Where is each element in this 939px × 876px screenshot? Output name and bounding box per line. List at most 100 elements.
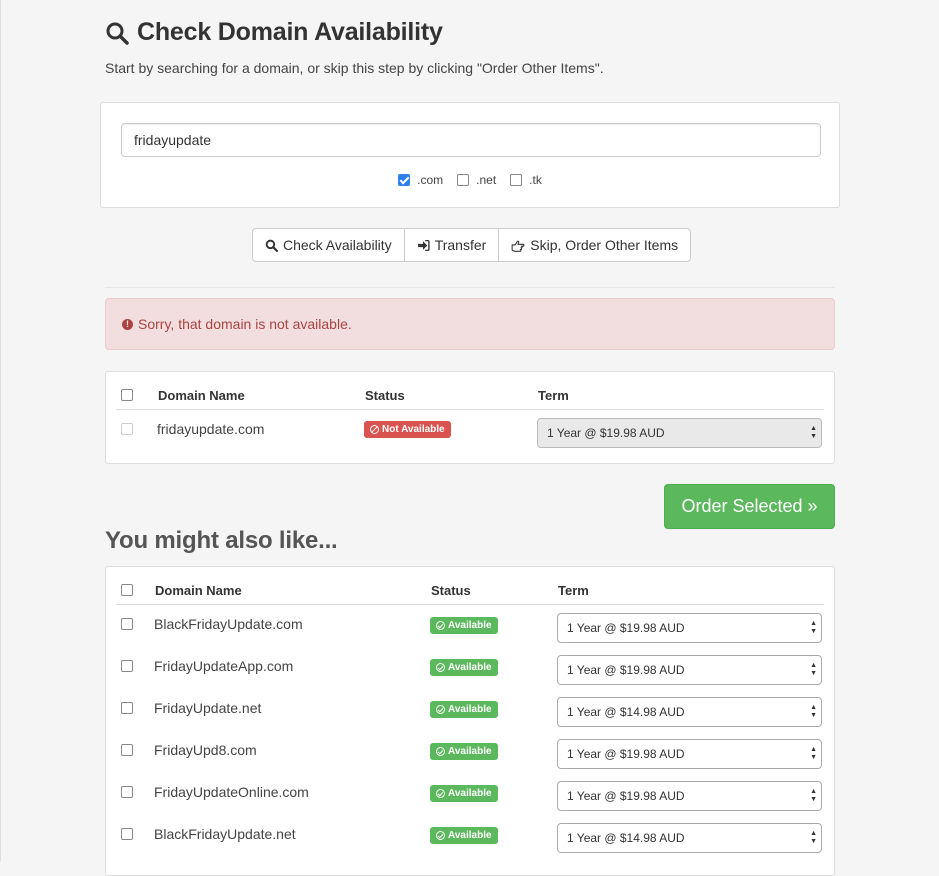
- page-title: Check Domain Availability: [105, 18, 443, 47]
- ban-icon: [370, 425, 379, 434]
- select-arrows-icon: ▲ ▼: [810, 830, 817, 845]
- column-header-status: Status: [431, 583, 471, 598]
- status-badge: Available: [430, 617, 498, 634]
- tld-options: .com .net .tk: [101, 173, 839, 187]
- row-checkbox[interactable]: [121, 744, 133, 756]
- search-icon: [265, 239, 278, 252]
- row-checkbox[interactable]: [121, 423, 133, 435]
- check-circle-icon: [436, 747, 445, 756]
- term-select-value: 1 Year @ $19.98 AUD: [567, 663, 685, 677]
- check-circle-icon: [436, 705, 445, 714]
- domain-name: FridayUpdateApp.com: [154, 658, 294, 674]
- select-arrows-icon: ▲ ▼: [810, 425, 817, 440]
- skip-label: Skip, Order Other Items: [530, 237, 679, 253]
- term-select[interactable]: 1 Year @ $14.98 AUD ▲ ▼: [557, 697, 822, 727]
- tld-tk-label: .tk: [529, 173, 542, 187]
- domain-name: FridayUpdate.net: [154, 700, 262, 716]
- tld-com-checkbox[interactable]: [398, 174, 411, 186]
- error-alert: ! Sorry, that domain is not available.: [105, 298, 835, 350]
- column-header-term: Term: [538, 388, 569, 403]
- select-all-checkbox[interactable]: [121, 389, 133, 401]
- status-badge-label: Available: [448, 830, 492, 841]
- select-arrows-icon: ▲ ▼: [810, 746, 817, 761]
- table-divider: [116, 604, 824, 605]
- domain-name: BlackFridayUpdate.net: [154, 826, 296, 842]
- select-arrows-icon: ▲ ▼: [810, 704, 817, 719]
- status-badge: Available: [430, 785, 498, 802]
- status-badge-label: Not Available: [382, 424, 445, 435]
- results-table: Domain Name Status Term fridayupdate.com…: [105, 371, 835, 464]
- transfer-button[interactable]: Transfer: [405, 229, 500, 261]
- domain-name: BlackFridayUpdate.com: [154, 616, 303, 632]
- row-checkbox[interactable]: [121, 786, 133, 798]
- status-badge: Not Available: [364, 421, 451, 438]
- tld-tk[interactable]: .tk: [510, 173, 542, 187]
- order-selected-label: Order Selected »: [681, 496, 818, 516]
- row-checkbox[interactable]: [121, 702, 133, 714]
- status-badge-label: Available: [448, 662, 492, 673]
- skip-order-other-items-button[interactable]: Skip, Order Other Items: [499, 229, 690, 261]
- hand-pointer-icon: [511, 240, 525, 252]
- term-select-value: 1 Year @ $19.98 AUD: [547, 426, 665, 440]
- select-arrows-icon: ▲ ▼: [810, 788, 817, 803]
- status-badge: Available: [430, 701, 498, 718]
- page-subtitle: Start by searching for a domain, or skip…: [105, 60, 604, 76]
- status-badge-label: Available: [448, 620, 492, 631]
- term-select[interactable]: 1 Year @ $14.98 AUD ▲ ▼: [557, 823, 822, 853]
- domain-search-input[interactable]: [121, 123, 821, 157]
- check-availability-label: Check Availability: [283, 237, 392, 253]
- tld-com[interactable]: .com: [398, 173, 443, 187]
- term-select[interactable]: 1 Year @ $19.98 AUD ▲ ▼: [537, 418, 822, 448]
- status-badge: Available: [430, 743, 498, 760]
- check-availability-button[interactable]: Check Availability: [253, 229, 405, 261]
- check-circle-icon: [436, 621, 445, 630]
- term-select-value: 1 Year @ $14.98 AUD: [567, 705, 685, 719]
- tld-net-checkbox[interactable]: [457, 174, 470, 186]
- row-checkbox[interactable]: [121, 828, 133, 840]
- term-select-value: 1 Year @ $14.98 AUD: [567, 831, 685, 845]
- search-icon: [106, 22, 129, 45]
- select-all-checkbox[interactable]: [121, 584, 133, 596]
- status-badge: Available: [430, 827, 498, 844]
- order-selected-button[interactable]: Order Selected »: [664, 484, 835, 529]
- column-header-status: Status: [365, 388, 405, 403]
- term-select[interactable]: 1 Year @ $19.98 AUD ▲ ▼: [557, 781, 822, 811]
- tld-com-label: .com: [417, 173, 444, 187]
- row-checkbox[interactable]: [121, 618, 133, 630]
- check-circle-icon: [436, 831, 445, 840]
- row-checkbox[interactable]: [121, 660, 133, 672]
- column-header-domain: Domain Name: [158, 388, 245, 403]
- table-divider: [116, 409, 824, 410]
- term-select[interactable]: 1 Year @ $19.98 AUD ▲ ▼: [557, 655, 822, 685]
- transfer-label: Transfer: [434, 237, 487, 253]
- term-select-value: 1 Year @ $19.98 AUD: [567, 789, 685, 803]
- sign-in-icon: [417, 239, 430, 251]
- check-circle-icon: [436, 663, 445, 672]
- domain-name: fridayupdate.com: [157, 421, 265, 437]
- domain-name: FridayUpd8.com: [154, 742, 257, 758]
- exclamation-circle-icon: !: [122, 318, 133, 330]
- tld-net[interactable]: .net: [457, 173, 496, 187]
- page-title-text: Check Domain Availability: [137, 18, 443, 46]
- suggestions-title: You might also like...: [105, 527, 338, 554]
- term-select-value: 1 Year @ $19.98 AUD: [567, 621, 685, 635]
- status-badge-label: Available: [448, 746, 492, 757]
- select-arrows-icon: ▲ ▼: [810, 662, 817, 677]
- suggestions-table: Domain Name Status Term BlackFridayUpdat…: [105, 566, 835, 876]
- search-panel: .com .net .tk: [100, 102, 840, 208]
- column-header-domain: Domain Name: [155, 583, 242, 598]
- select-arrows-icon: ▲ ▼: [810, 620, 817, 635]
- check-circle-icon: [436, 789, 445, 798]
- tld-tk-checkbox[interactable]: [510, 174, 523, 186]
- status-badge-label: Available: [448, 704, 492, 715]
- term-select-value: 1 Year @ $19.98 AUD: [567, 747, 685, 761]
- tld-net-label: .net: [476, 173, 497, 187]
- status-badge-label: Available: [448, 788, 492, 799]
- term-select[interactable]: 1 Year @ $19.98 AUD ▲ ▼: [557, 739, 822, 769]
- action-button-group: Check Availability Transfer Skip, Order …: [252, 228, 692, 262]
- status-badge: Available: [430, 659, 498, 676]
- error-alert-message: Sorry, that domain is not available.: [138, 316, 352, 332]
- column-header-term: Term: [558, 583, 589, 598]
- divider: [105, 287, 835, 288]
- term-select[interactable]: 1 Year @ $19.98 AUD ▲ ▼: [557, 613, 822, 643]
